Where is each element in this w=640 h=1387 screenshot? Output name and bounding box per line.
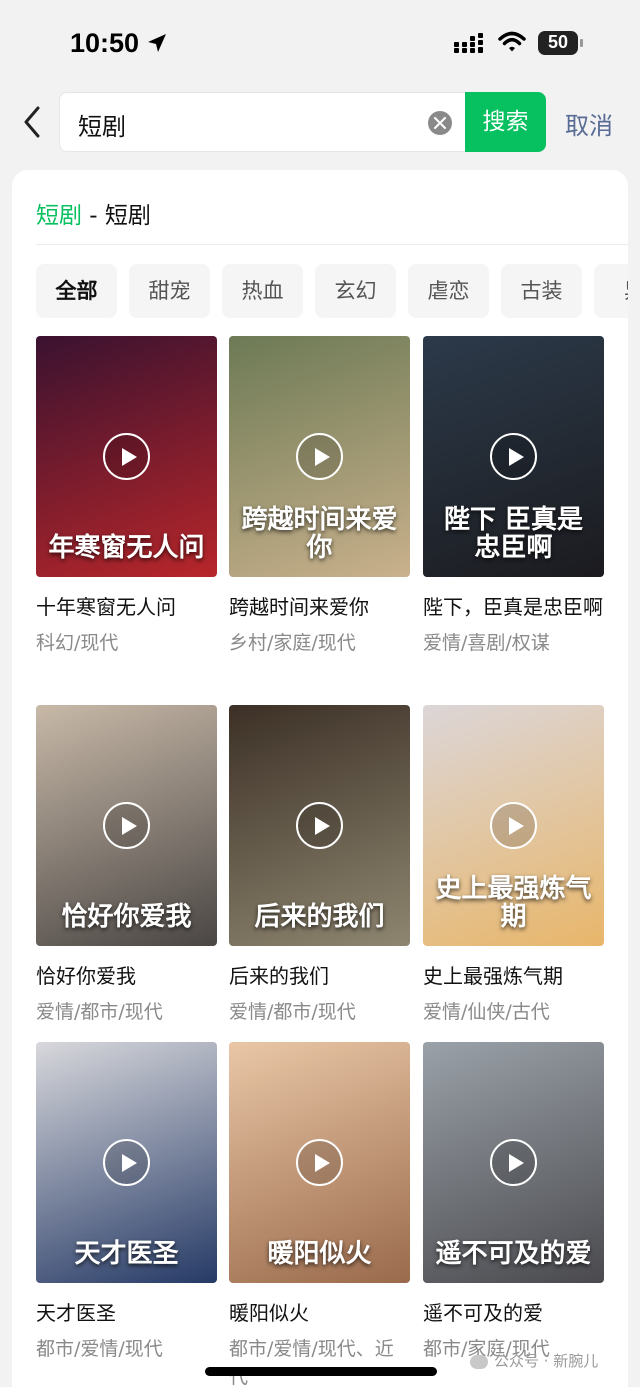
results-card: 短剧 - 短剧 全部甜宠热血玄幻虐恋古装异 年寒窗无人问十年寒窗无人问科幻/现代… bbox=[12, 170, 628, 1387]
drama-title[interactable]: 陛下，臣真是忠臣啊 bbox=[423, 591, 604, 623]
tab-5[interactable]: 古装 bbox=[501, 264, 582, 318]
drama-poster[interactable]: 暖阳似火 bbox=[229, 1042, 410, 1283]
wifi-icon bbox=[498, 31, 526, 52]
play-icon[interactable] bbox=[103, 802, 150, 849]
poster-title-art: 后来的我们 bbox=[254, 902, 385, 933]
drama-card[interactable]: 陛下 臣真是忠臣啊陛下，臣真是忠臣啊爱情/喜剧/权谋 bbox=[423, 336, 604, 657]
tab-0[interactable]: 全部 bbox=[36, 264, 117, 318]
status-time: 10:50 bbox=[70, 28, 140, 58]
poster-title-art: 年寒窗无人问 bbox=[48, 533, 205, 564]
drama-title[interactable]: 跨越时间来爱你 bbox=[229, 591, 410, 623]
play-icon[interactable] bbox=[103, 433, 150, 480]
drama-card[interactable]: 恰好你爱我 恰好你爱我 爱情/都市/现代 bbox=[36, 705, 217, 1026]
search-button[interactable]: 搜索 bbox=[465, 92, 546, 152]
tab-2[interactable]: 热血 bbox=[222, 264, 303, 318]
poster-title-art: 遥不可及的爱 bbox=[435, 1239, 592, 1270]
drama-title[interactable]: 后来的我们 bbox=[229, 960, 410, 992]
play-icon[interactable] bbox=[490, 1139, 537, 1186]
result-header-text: - 短剧 bbox=[82, 203, 151, 229]
poster-title-art: 陛下 臣真是忠臣啊 bbox=[443, 504, 584, 564]
tab-3[interactable]: 玄幻 bbox=[315, 264, 396, 318]
drama-poster[interactable]: 陛下 臣真是忠臣啊 bbox=[423, 336, 604, 577]
drama-tags: 都市/爱情/现代、近代 bbox=[229, 1338, 394, 1387]
play-icon[interactable] bbox=[490, 802, 537, 849]
drama-tags: 爱情/仙侠/古代 bbox=[423, 1001, 550, 1023]
drama-title[interactable]: 遥不可及的爱 bbox=[423, 1297, 604, 1329]
divider bbox=[36, 244, 628, 245]
drama-tags: 爱情/都市/现代 bbox=[36, 1001, 163, 1023]
home-indicator[interactable] bbox=[205, 1367, 437, 1376]
drama-card[interactable]: 暖阳似火 暖阳似火 都市/爱情/现代、近代 bbox=[229, 1042, 410, 1387]
drama-card[interactable]: 跨越时间来爱你 跨越时间来爱你 乡村/家庭/现代 bbox=[229, 336, 410, 657]
tab-1[interactable]: 甜宠 bbox=[129, 264, 210, 318]
result-header-highlight: 短剧 bbox=[36, 203, 82, 229]
location-arrow-icon bbox=[148, 34, 166, 52]
search-query[interactable]: 短剧 bbox=[78, 107, 126, 142]
tab-6[interactable]: 异 bbox=[594, 264, 628, 318]
drama-card[interactable]: 遥不可及的爱 遥不可及的爱 都市/家庭/现代 bbox=[423, 1042, 604, 1363]
play-icon[interactable] bbox=[296, 433, 343, 480]
drama-card[interactable]: 史上最强炼气期 史上最强炼气期 爱情/仙侠/古代 bbox=[423, 705, 604, 1026]
drama-tags: 爱情/都市/现代 bbox=[229, 1001, 356, 1023]
clear-icon[interactable] bbox=[428, 111, 452, 135]
poster-title-art: 暖阳似火 bbox=[267, 1239, 372, 1270]
watermark: 公众号 · 新腕儿 bbox=[470, 1350, 598, 1371]
poster-title-art: 天才医圣 bbox=[74, 1239, 179, 1270]
drama-card[interactable]: 后来的我们 后来的我们 爱情/都市/现代 bbox=[229, 705, 410, 1026]
drama-title[interactable]: 天才医圣 bbox=[36, 1297, 217, 1329]
drama-poster[interactable]: 天才医圣 bbox=[36, 1042, 217, 1283]
poster-title-art: 史上最强炼气期 bbox=[435, 873, 592, 933]
drama-title[interactable]: 史上最强炼气期 bbox=[423, 960, 604, 992]
battery-icon: 50 bbox=[538, 31, 584, 55]
back-chevron-icon[interactable] bbox=[18, 104, 50, 140]
drama-poster[interactable]: 恰好你爱我 bbox=[36, 705, 217, 946]
drama-tags: 都市/爱情/现代 bbox=[36, 1338, 163, 1360]
drama-card[interactable]: 天才医圣 天才医圣 都市/爱情/现代 bbox=[36, 1042, 217, 1363]
poster-title-art: 恰好你爱我 bbox=[61, 902, 192, 933]
drama-title[interactable]: 恰好你爱我 bbox=[36, 960, 217, 992]
wechat-icon bbox=[470, 1354, 488, 1369]
play-icon[interactable] bbox=[490, 433, 537, 480]
category-tabs: 全部甜宠热血玄幻虐恋古装异 bbox=[36, 264, 628, 318]
drama-tags: 科幻/现代 bbox=[36, 632, 119, 654]
drama-poster[interactable]: 年寒窗无人问 bbox=[36, 336, 217, 577]
battery-level: 50 bbox=[547, 32, 569, 52]
play-icon[interactable] bbox=[103, 1139, 150, 1186]
tab-4[interactable]: 虐恋 bbox=[408, 264, 489, 318]
play-icon[interactable] bbox=[296, 1139, 343, 1186]
drama-poster[interactable]: 遥不可及的爱 bbox=[423, 1042, 604, 1283]
signal-icon bbox=[454, 33, 483, 53]
drama-poster[interactable]: 跨越时间来爱你 bbox=[229, 336, 410, 577]
drama-title[interactable]: 暖阳似火 bbox=[229, 1297, 410, 1329]
drama-tags: 爱情/喜剧/权谋 bbox=[423, 632, 550, 654]
cancel-button[interactable]: 取消 bbox=[565, 106, 613, 141]
drama-title[interactable]: 十年寒窗无人问 bbox=[36, 591, 217, 623]
drama-poster[interactable]: 史上最强炼气期 bbox=[423, 705, 604, 946]
result-header[interactable]: 短剧 - 短剧 bbox=[36, 196, 151, 230]
status-bar: 10:50 50 bbox=[0, 0, 640, 84]
watermark-text: 公众号 · 新腕儿 bbox=[494, 1352, 599, 1370]
drama-tags: 乡村/家庭/现代 bbox=[229, 632, 356, 654]
drama-card[interactable]: 年寒窗无人问 十年寒窗无人问科幻/现代 bbox=[36, 336, 217, 657]
play-icon[interactable] bbox=[296, 802, 343, 849]
poster-title-art: 跨越时间来爱你 bbox=[241, 504, 398, 564]
drama-poster[interactable]: 后来的我们 bbox=[229, 705, 410, 946]
